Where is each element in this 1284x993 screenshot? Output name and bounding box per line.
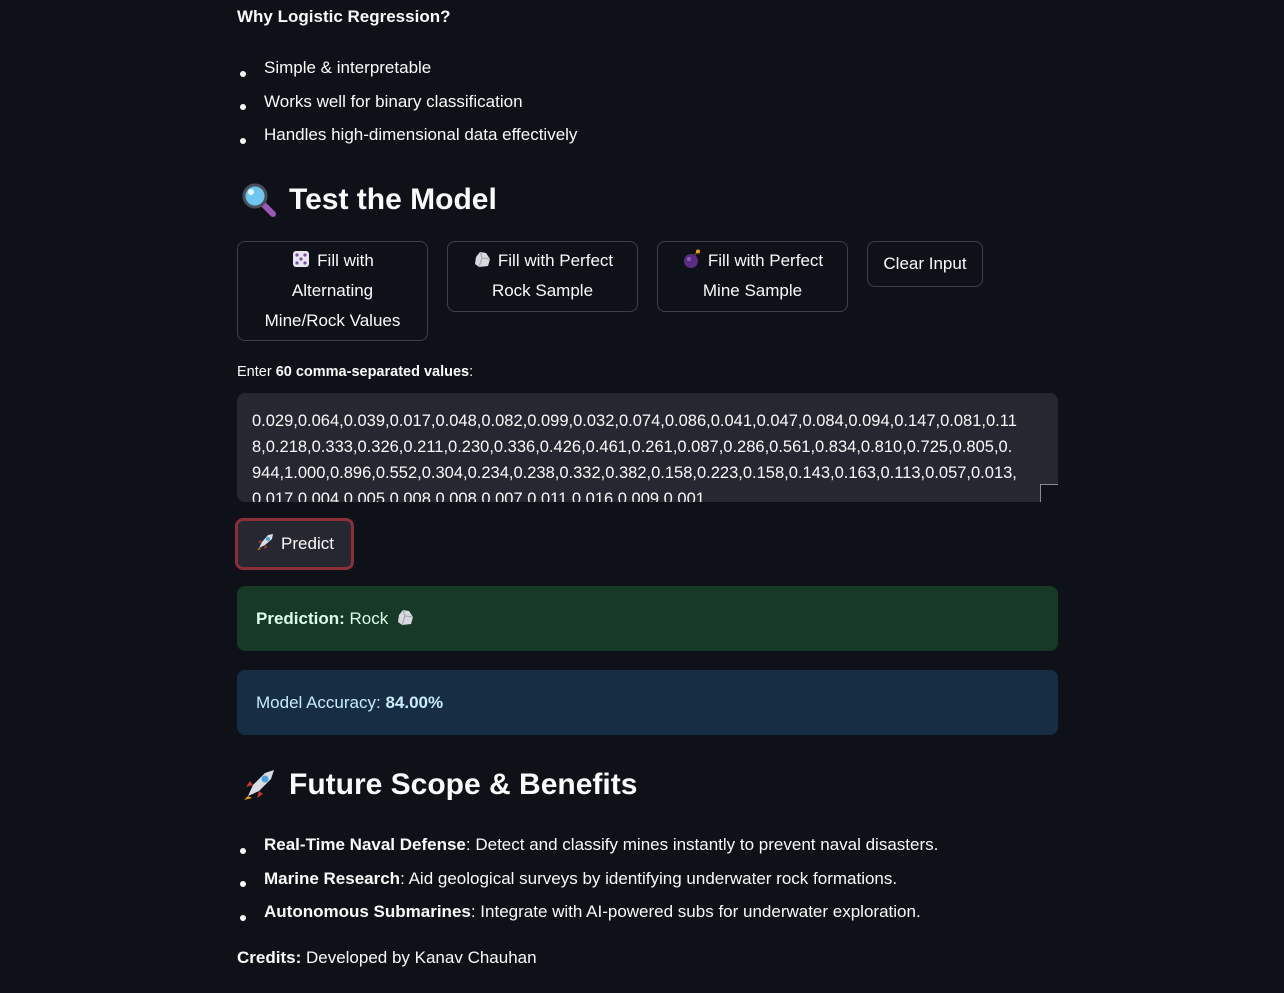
list-item: Marine Research: Aid geological surveys … [237,867,938,901]
input-label-bold: 60 comma-separated values [275,364,470,380]
list-item: Autonomous Submarines: Integrate with AI… [237,900,938,934]
accuracy-alert: Model Accuracy: 84.00% [237,670,1058,735]
future-list: Real-Time Naval Defense: Detect and clas… [237,833,938,934]
dice-icon [291,249,311,269]
clear-input-button[interactable]: Clear Input [867,241,983,287]
list-item: Real-Time Naval Defense: Detect and clas… [237,833,938,867]
credits: Credits: Developed by Kanav Chauhan [237,948,537,968]
button-label-line2: Alternating [291,281,374,300]
list-item-bold: Autonomous Submarines [264,902,471,921]
credits-text: Developed by Kanav Chauhan [301,948,537,967]
button-label-line1: Fill with Perfect [707,251,824,270]
list-item: Handles high-dimensional data effectivel… [237,123,577,157]
rocket-icon [255,524,275,550]
prediction-label: Prediction: [256,609,345,628]
input-label-prefix: Enter [237,364,276,380]
rock-icon [395,589,415,626]
list-item-text: : Aid geological surveys by identifying … [400,868,898,888]
input-label: Enter 60 comma-separated values: [237,364,473,380]
button-label-line1: Fill with [317,251,374,270]
bomb-icon [682,249,702,269]
values-textarea[interactable]: 0.029,0.064,0.039,0.017,0.048,0.082,0.09… [237,393,1058,502]
prediction-value: Rock [349,609,389,628]
accuracy-value: 84.00% [385,693,444,712]
magnifying-glass-icon [241,182,277,218]
button-label-line3: Mine/Rock Values [264,311,401,330]
list-item-bold: Real-Time Naval Defense [264,835,466,854]
list-item-bold: Marine Research [264,868,401,888]
resize-handle[interactable] [1040,484,1058,502]
why-list: Simple & interpretable Works well for bi… [237,56,577,157]
test-model-title: Test the Model [289,183,497,216]
list-item: Simple & interpretable [237,56,577,90]
list-item: Works well for binary classification [237,90,577,124]
test-model-heading: Test the Model [241,182,497,218]
values-textarea-text: 0.029,0.064,0.039,0.017,0.048,0.082,0.09… [252,412,1017,502]
list-item-text: : Detect and classify mines instantly to… [465,835,939,854]
button-label-line1: Fill with Perfect [497,251,614,270]
future-scope-heading: Future Scope & Benefits [241,767,637,803]
list-item-text: : Integrate with AI-powered subs for und… [470,902,921,921]
accuracy-label: Model Accuracy: [256,693,381,712]
predict-label: Predict [281,534,334,553]
button-label-line2: Mine Sample [702,281,803,300]
fill-alternating-button[interactable]: Fill with Alternating Mine/Rock Values [237,241,428,341]
button-label-line2: Rock Sample [491,281,594,300]
prediction-alert: Prediction: Rock [237,586,1058,651]
fill-rock-sample-button[interactable]: Fill with Perfect Rock Sample [447,241,638,312]
predict-button[interactable]: Predict [235,518,354,570]
input-label-suffix: : [469,364,474,380]
fill-mine-sample-button[interactable]: Fill with Perfect Mine Sample [657,241,848,312]
why-heading: Why Logistic Regression? [237,7,451,26]
future-scope-title: Future Scope & Benefits [289,768,638,801]
rocket-icon [241,767,277,803]
credits-label: Credits: [237,948,302,967]
rock-icon [472,249,492,269]
